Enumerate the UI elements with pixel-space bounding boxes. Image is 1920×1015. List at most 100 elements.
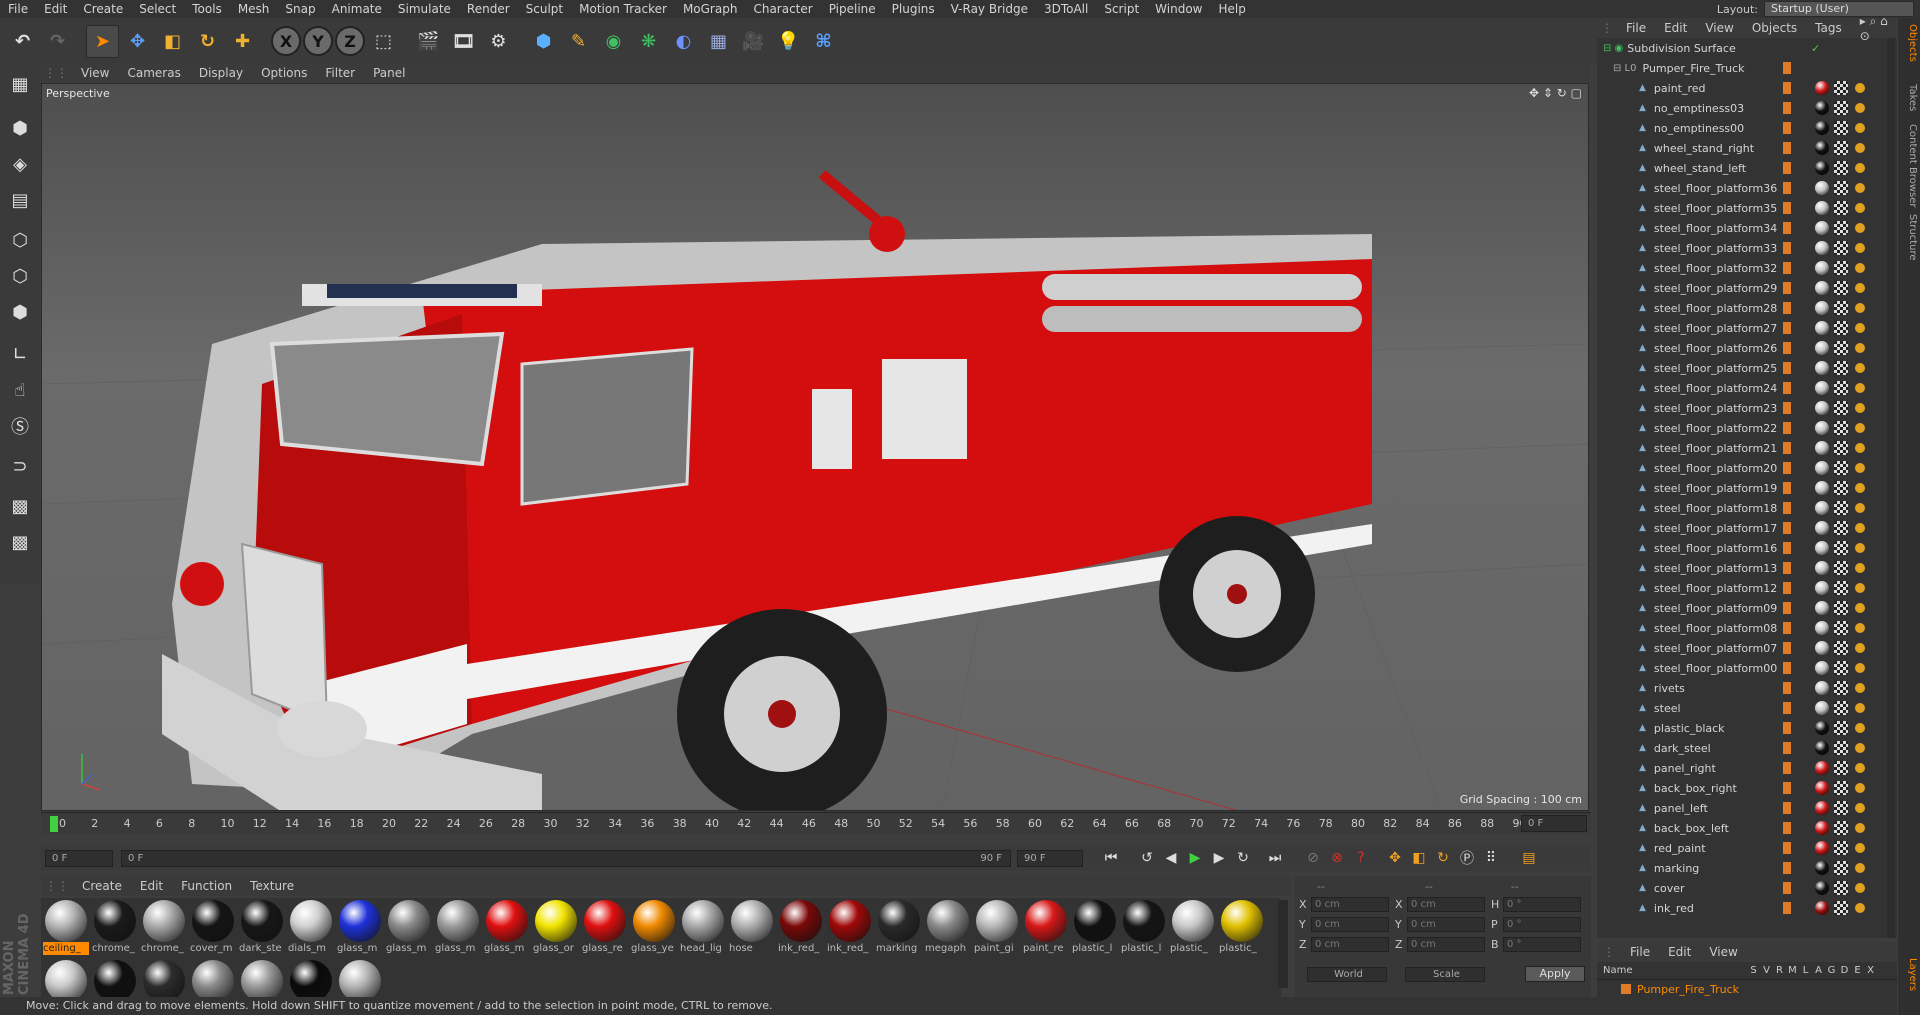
tweak-mode-icon[interactable]: ☝: [4, 374, 36, 406]
tree-item[interactable]: ▲ steel_floor_platform17: [1597, 518, 1897, 538]
material-menu-create[interactable]: Create: [73, 879, 131, 893]
tree-item[interactable]: ▲ steel_floor_platform29: [1597, 278, 1897, 298]
material-swatch[interactable]: plastic_l: [1072, 900, 1119, 958]
uvw-tag-icon[interactable]: [1834, 461, 1848, 475]
material-swatch[interactable]: hose: [729, 900, 776, 958]
tree-item[interactable]: ▲ steel: [1597, 698, 1897, 718]
uvw-tag-icon[interactable]: [1834, 221, 1848, 235]
material-swatch[interactable]: ink_red_: [778, 900, 825, 958]
material-tag-icon[interactable]: [1815, 81, 1829, 95]
material-tag-icon[interactable]: [1815, 521, 1829, 535]
menu-window[interactable]: Window: [1147, 2, 1210, 16]
material-swatch[interactable]: ceiling_: [43, 900, 90, 958]
uvw-tag-icon[interactable]: [1834, 421, 1848, 435]
material-swatch[interactable]: glass_or: [533, 900, 580, 958]
phong-tag-icon[interactable]: [1855, 863, 1865, 873]
uvw-tag-icon[interactable]: [1834, 261, 1848, 275]
material-tag-icon[interactable]: [1815, 361, 1829, 375]
material-swatch[interactable]: glass_ye: [631, 900, 678, 958]
undo-icon[interactable]: ↶: [6, 25, 39, 58]
playhead-marker[interactable]: [50, 816, 58, 832]
goto-end-icon[interactable]: ⏭: [1263, 847, 1287, 869]
last-tool-icon[interactable]: ✚: [226, 25, 259, 58]
side-tab-objects[interactable]: Objects: [1900, 24, 1918, 62]
tree-item[interactable]: ▲ back_box_left: [1597, 818, 1897, 838]
uvw-tag-icon[interactable]: [1834, 561, 1848, 575]
apply-button[interactable]: Apply: [1525, 966, 1585, 982]
uvw-tag-icon[interactable]: [1834, 721, 1848, 735]
tree-item[interactable]: ▲ marking: [1597, 858, 1897, 878]
material-tag-icon[interactable]: [1815, 801, 1829, 815]
material-tag-icon[interactable]: [1815, 761, 1829, 775]
uvw-tag-icon[interactable]: [1834, 181, 1848, 195]
uvw-tag-icon[interactable]: [1834, 821, 1848, 835]
menu-3dtoall[interactable]: 3DToAll: [1036, 2, 1096, 16]
object-menu-view[interactable]: View: [1696, 21, 1742, 35]
menu-mesh[interactable]: Mesh: [230, 2, 278, 16]
tree-item[interactable]: ▲ steel_floor_platform24: [1597, 378, 1897, 398]
layer-column-header[interactable]: S: [1747, 965, 1760, 976]
object-menu-tags[interactable]: Tags: [1806, 21, 1851, 35]
deformer-icon[interactable]: ◐: [667, 25, 700, 58]
menu-motion-tracker[interactable]: Motion Tracker: [571, 2, 675, 16]
phong-tag-icon[interactable]: [1855, 403, 1865, 413]
layer-column-header[interactable]: V: [1760, 965, 1773, 976]
uvw-tag-icon[interactable]: [1834, 401, 1848, 415]
material-swatch[interactable]: plastic_l: [1121, 900, 1168, 958]
phong-tag-icon[interactable]: [1855, 783, 1865, 793]
object-scrollbar[interactable]: [1887, 38, 1895, 938]
material-tag-icon[interactable]: [1815, 161, 1829, 175]
tree-item[interactable]: ▲ steel_floor_platform33: [1597, 238, 1897, 258]
tree-item[interactable]: ▲ wheel_stand_left: [1597, 158, 1897, 178]
coord-field[interactable]: 0 °: [1503, 896, 1581, 912]
tree-item[interactable]: ▲ steel_floor_platform19: [1597, 478, 1897, 498]
material-tag-icon[interactable]: [1815, 121, 1829, 135]
start-frame-field[interactable]: 0 F: [45, 849, 113, 867]
material-tag-icon[interactable]: [1815, 401, 1829, 415]
goto-start-icon[interactable]: ⏮: [1099, 847, 1123, 869]
uvw-tag-icon[interactable]: [1834, 781, 1848, 795]
key-position-icon[interactable]: ✥: [1383, 847, 1407, 869]
locked-workplane-icon[interactable]: ▩: [4, 526, 36, 558]
uvw-tag-icon[interactable]: [1834, 321, 1848, 335]
material-tag-icon[interactable]: [1815, 581, 1829, 595]
phong-tag-icon[interactable]: [1855, 763, 1865, 773]
tree-item[interactable]: ▲ steel_floor_platform13: [1597, 558, 1897, 578]
workplane-icon[interactable]: ▩: [4, 490, 36, 522]
uvw-tag-icon[interactable]: [1834, 361, 1848, 375]
layer-column-header[interactable]: D: [1838, 965, 1851, 976]
viewport-menu-filter[interactable]: Filter: [316, 66, 364, 80]
material-menu-texture[interactable]: Texture: [241, 879, 303, 893]
material-swatch[interactable]: chrome_: [141, 900, 188, 958]
phong-tag-icon[interactable]: [1855, 143, 1865, 153]
record-keys-icon[interactable]: ⊘: [1301, 847, 1325, 869]
material-tag-icon[interactable]: [1815, 641, 1829, 655]
polygons-mode-icon[interactable]: ⬢: [4, 296, 36, 328]
menu-snap[interactable]: Snap: [277, 2, 323, 16]
coord-field[interactable]: 0 cm: [1311, 936, 1389, 952]
viewport-menu-panel[interactable]: Panel: [364, 66, 414, 80]
layer-column-header[interactable]: A: [1812, 965, 1825, 976]
tree-root-subdivision[interactable]: ⊟ ◉ Subdivision Surface ✓: [1597, 38, 1897, 58]
phong-tag-icon[interactable]: [1855, 663, 1865, 673]
tree-item[interactable]: ▲ steel_floor_platform26: [1597, 338, 1897, 358]
phong-tag-icon[interactable]: [1855, 323, 1865, 333]
uvw-tag-icon[interactable]: [1834, 601, 1848, 615]
material-tag-icon[interactable]: [1815, 281, 1829, 295]
material-tag-icon[interactable]: [1815, 141, 1829, 155]
phong-tag-icon[interactable]: [1855, 303, 1865, 313]
phong-tag-icon[interactable]: [1855, 343, 1865, 353]
visibility-check-icon[interactable]: ✓: [1811, 42, 1820, 55]
material-swatch[interactable]: plastic_: [1170, 900, 1217, 958]
layer-column-header[interactable]: G: [1825, 965, 1838, 976]
material-tag-icon[interactable]: [1815, 841, 1829, 855]
layer-column-header[interactable]: Name: [1597, 965, 1747, 976]
material-swatch[interactable]: plastic_: [1219, 900, 1266, 958]
x-axis-lock-icon[interactable]: X: [271, 26, 301, 56]
uvw-tag-icon[interactable]: [1834, 761, 1848, 775]
rotate-tool-icon[interactable]: ↻: [191, 25, 224, 58]
uvw-tag-icon[interactable]: [1834, 201, 1848, 215]
material-tag-icon[interactable]: [1815, 881, 1829, 895]
menu-mograph[interactable]: MoGraph: [675, 2, 746, 16]
coord-field[interactable]: 0 cm: [1407, 896, 1485, 912]
